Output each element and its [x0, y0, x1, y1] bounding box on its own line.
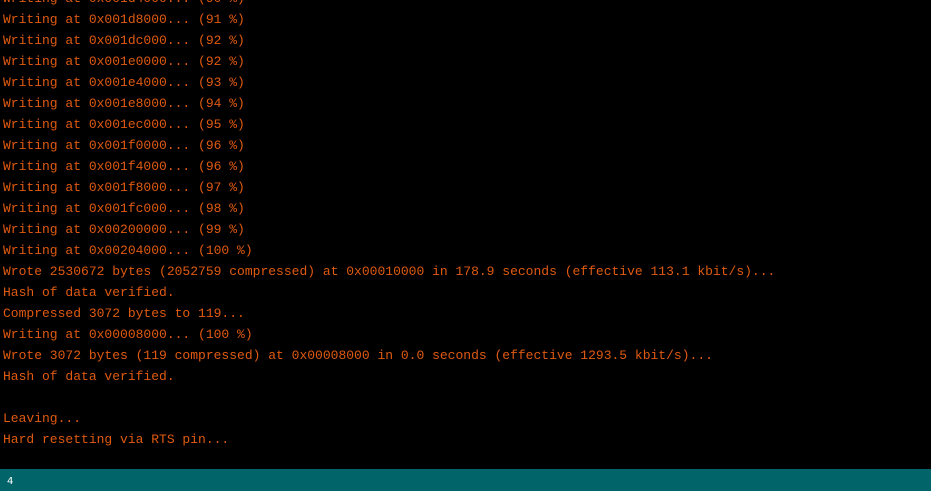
console-line: Writing at 0x00200000... (99 %)	[3, 222, 245, 237]
console-line: Wrote 2530672 bytes (2052759 compressed)…	[3, 264, 776, 279]
console-lines: Writing at 0x001d4000... (90 %) Writing …	[3, 0, 775, 450]
console-line: Leaving...	[3, 411, 82, 426]
console-line: Writing at 0x001f8000... (97 %)	[3, 180, 245, 195]
console-line: Writing at 0x001f0000... (96 %)	[3, 138, 245, 153]
console-line: Writing at 0x001e0000... (92 %)	[3, 54, 245, 69]
console-line: Writing at 0x001ec000... (95 %)	[3, 117, 245, 132]
console-line: Writing at 0x001fc000... (98 %)	[3, 201, 245, 216]
console-line: Writing at 0x001e4000... (93 %)	[3, 75, 245, 90]
status-bar: 4	[0, 469, 931, 491]
console-line: Writing at 0x001d8000... (91 %)	[3, 12, 245, 27]
console-line: Writing at 0x00204000... (100 %)	[3, 243, 253, 258]
console-line: Compressed 3072 bytes to 119...	[3, 306, 245, 321]
console-line: Writing at 0x001d4000... (90 %)	[3, 0, 775, 9]
console-line: Writing at 0x001dc000... (92 %)	[3, 33, 245, 48]
console-line: Writing at 0x001f4000... (96 %)	[3, 159, 245, 174]
console-line: Hash of data verified.	[3, 369, 175, 384]
console-line: Wrote 3072 bytes (119 compressed) at 0x0…	[3, 348, 713, 363]
console-line: Hash of data verified.	[3, 285, 175, 300]
output-console[interactable]: Writing at 0x001d4000... (90 %) Writing …	[0, 0, 931, 469]
console-line: Hard resetting via RTS pin...	[3, 432, 230, 447]
line-number-indicator: 4	[7, 476, 14, 487]
console-line: Writing at 0x001e8000... (94 %)	[3, 96, 245, 111]
console-line: Writing at 0x00008000... (100 %)	[3, 327, 253, 342]
